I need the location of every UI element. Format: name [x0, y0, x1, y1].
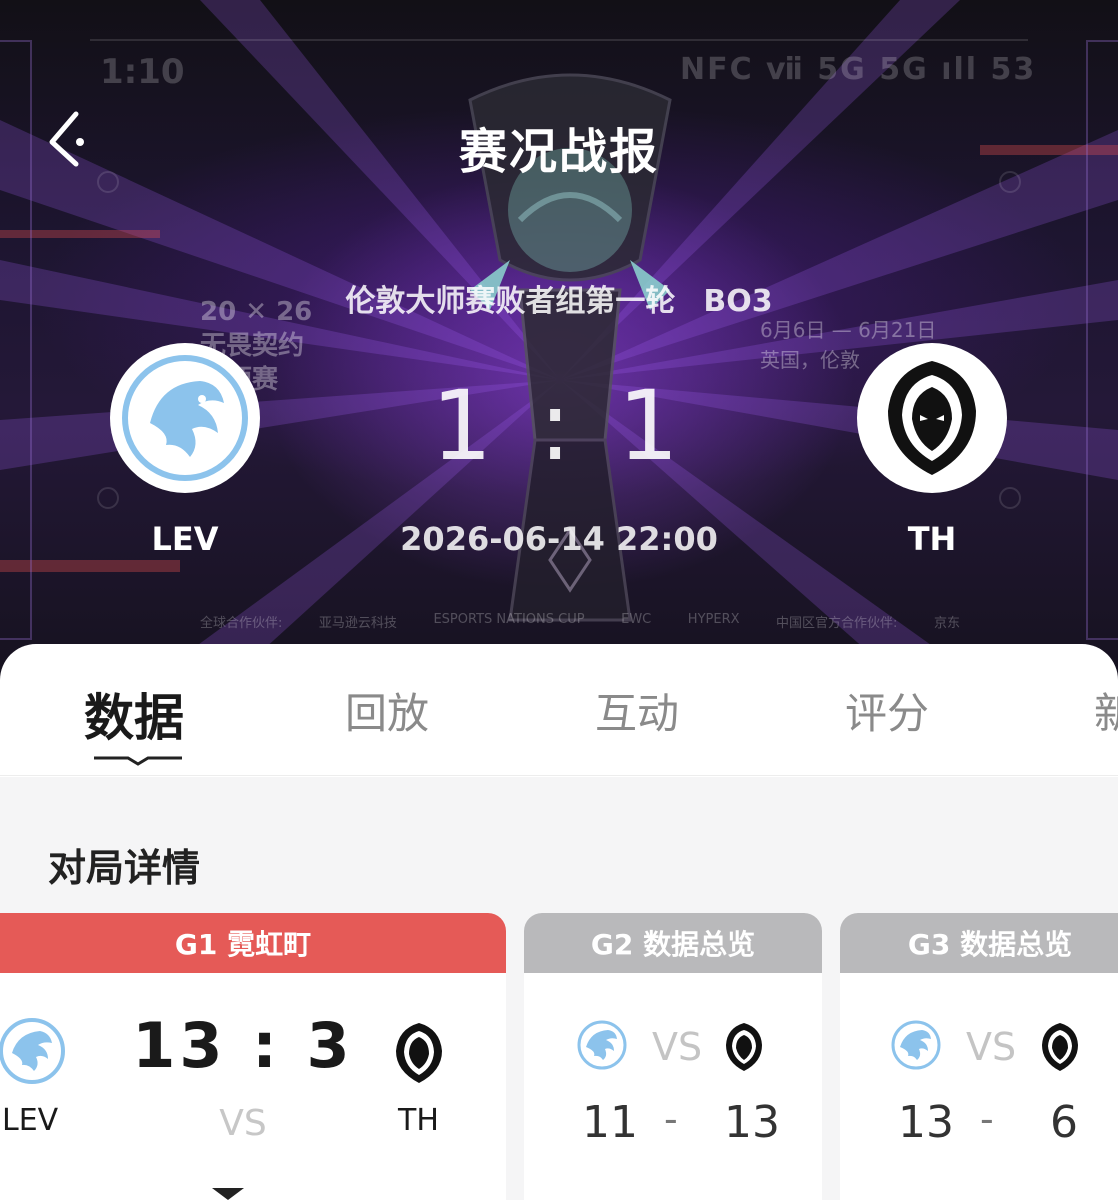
game-score-separator: -: [664, 1097, 678, 1141]
status-indicators: NFC ⅶ 5G 5G ıll 53: [680, 52, 1037, 87]
tab-data[interactable]: 数据: [84, 678, 184, 750]
match-details-area: 对局详情 G1 霓虹町 LEV TH 13 : 3 VS G2 数据总览 VS …: [0, 777, 1118, 1200]
tab-interaction[interactable]: 互动: [595, 680, 679, 741]
game-score-right: 6: [1050, 1097, 1078, 1148]
leviatan-dragon-logo-icon: [577, 1020, 627, 1070]
selected-game-pointer-icon: [212, 1188, 244, 1200]
sponsor-2: ESPORTS NATIONS CUP: [433, 612, 585, 627]
tab-active-indicator: [94, 756, 182, 766]
game-vs-label: VS: [966, 1025, 1017, 1069]
game-score-separator: -: [980, 1097, 994, 1141]
game-card-header: G3 数据总览: [840, 913, 1118, 973]
status-time: 1:10: [100, 52, 185, 92]
game-vs-label: VS: [652, 1025, 703, 1069]
game-vs-label: VS: [219, 1103, 267, 1144]
series-score: 1 : 1: [431, 370, 687, 482]
game-card-g1[interactable]: G1 霓虹町 LEV TH 13 : 3 VS: [0, 913, 506, 1200]
match-datetime: 2026-06-14 22:00: [400, 520, 718, 558]
sponsor-4: HYPERX: [687, 612, 740, 627]
section-title: 对局详情: [48, 846, 201, 890]
sponsor-3: EWC: [621, 612, 652, 627]
tab-news[interactable]: 新: [1094, 680, 1118, 741]
sponsor-strip: 全球合作伙伴: 亚马逊云科技 ESPORTS NATIONS CUP EWC H…: [200, 612, 960, 631]
sponsor-1: 亚马逊云科技: [318, 616, 397, 631]
team-heretics-hooded-logo-icon: [726, 1023, 762, 1071]
sponsor-5: 京东: [933, 616, 960, 631]
game-card-header: G1 霓虹町: [0, 913, 506, 973]
tab-rating[interactable]: 评分: [845, 680, 929, 741]
tab-bar: 数据 回放 互动 评分 新: [0, 644, 1118, 776]
sponsor-label-global: 全球合作伙伴:: [200, 616, 283, 631]
tab-replay[interactable]: 回放: [345, 680, 429, 741]
match-format: BO3: [703, 284, 773, 319]
leviatan-dragon-logo-icon: [891, 1020, 941, 1070]
sponsor-label-cn: 中国区官方合作伙伴:: [776, 616, 898, 631]
game-score: 13 : 3: [132, 1009, 354, 1082]
content-panel: 数据 回放 互动 评分 新 对局详情 G1 霓虹町 LEV TH 13 : 3 …: [0, 644, 1118, 1200]
game-score-right: 13: [724, 1097, 780, 1148]
game-score-left: 13: [898, 1097, 954, 1148]
game-card-g3[interactable]: G3 数据总览 VS 13 - 6: [840, 913, 1118, 1200]
match-stage: 伦敦大师赛败者组第一轮 BO3: [0, 276, 1118, 320]
page-title: 赛况战报: [458, 124, 659, 180]
match-hero-banner: 1:10 NFC ⅶ 5G 5G ıll 53 赛况战报 20 ✕ 26 无畏契…: [0, 0, 1118, 680]
team-heretics-hooded-logo-icon: [1042, 1023, 1078, 1071]
game-card-header: G2 数据总览: [524, 913, 822, 973]
game-score-left: 11: [582, 1097, 638, 1148]
game-card-g2[interactable]: G2 数据总览 VS 11 - 13: [524, 913, 822, 1200]
match-stage-name: 伦敦大师赛败者组第一轮: [345, 284, 676, 319]
